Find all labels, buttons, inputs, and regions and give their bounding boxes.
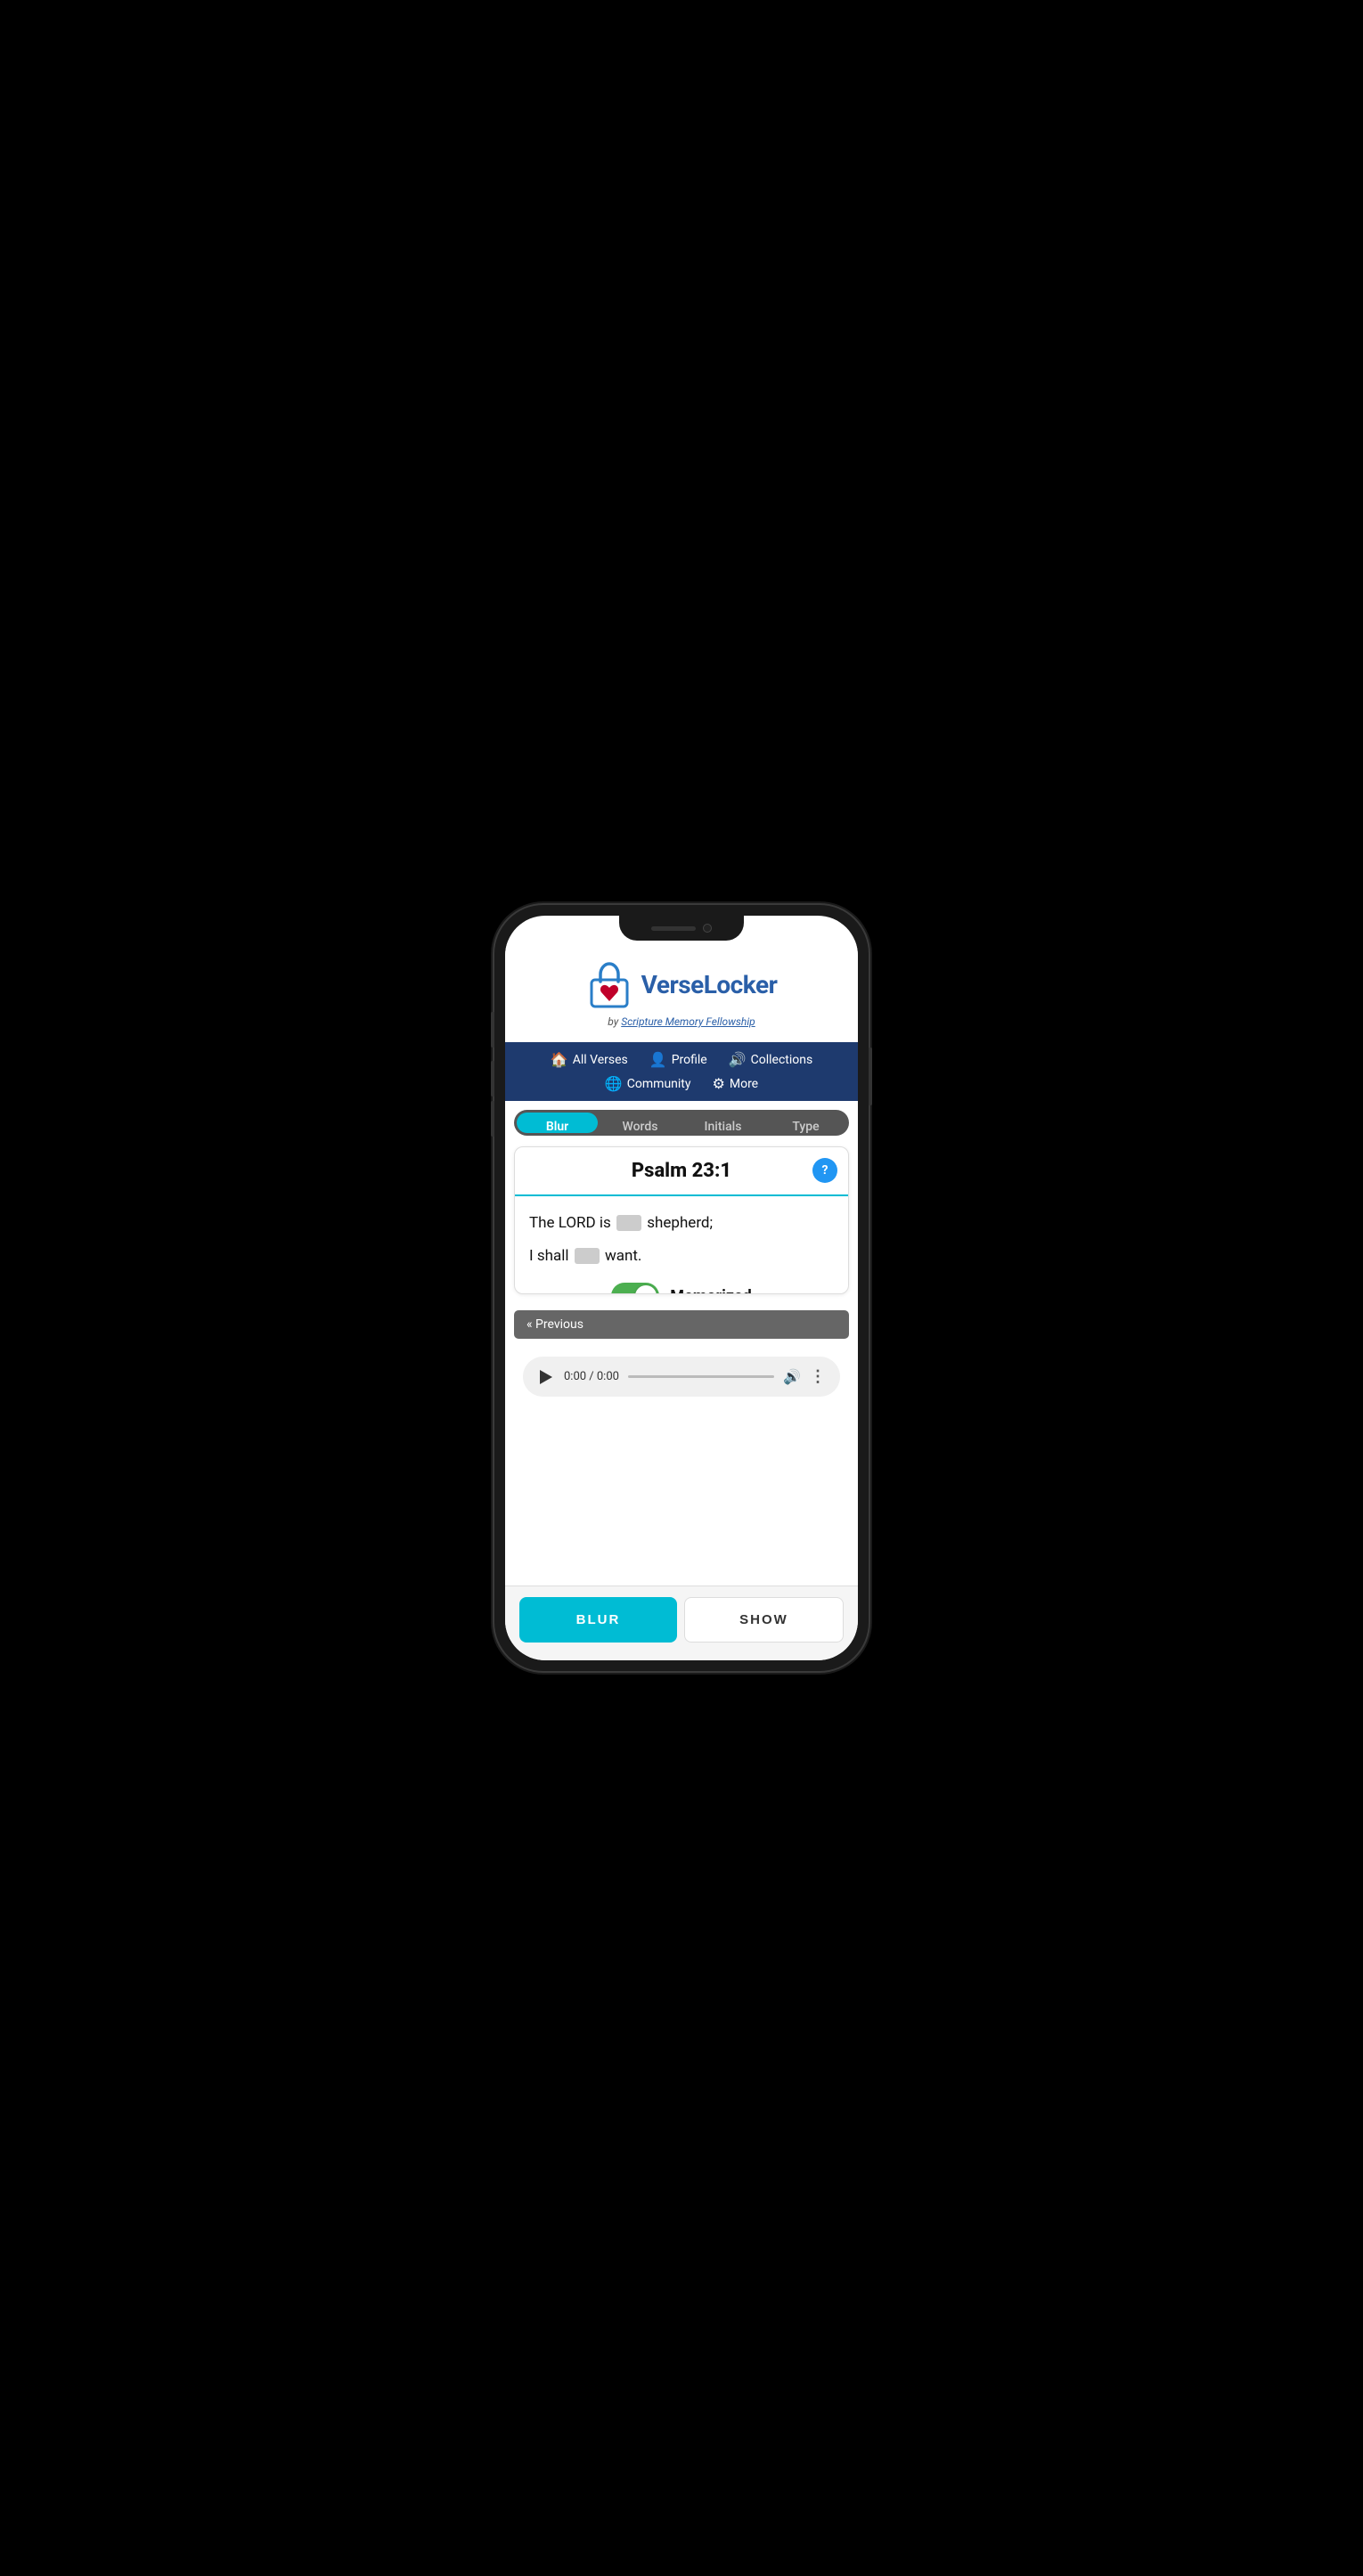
play-icon xyxy=(540,1370,552,1384)
app-subtitle: by Scripture Memory Fellowship xyxy=(608,1015,755,1028)
nav-item-all-verses[interactable]: 🏠 All Verses xyxy=(551,1051,628,1068)
tab-initials[interactable]: Initials xyxy=(682,1113,763,1133)
verse-text-after-2: want. xyxy=(605,1247,641,1265)
nav-bar: 🏠 All Verses 👤 Profile 🔊 Collections 🌐 xyxy=(505,1042,858,1101)
tab-words[interactable]: Words xyxy=(600,1113,681,1133)
nav-row-1: 🏠 All Verses 👤 Profile 🔊 Collections xyxy=(512,1051,851,1068)
progress-track[interactable] xyxy=(628,1375,774,1378)
nav-label-profile: Profile xyxy=(672,1053,707,1067)
content-spacer xyxy=(505,1407,858,1586)
bottom-bar: BLUR SHOW xyxy=(505,1586,858,1660)
memorized-toggle[interactable] xyxy=(611,1283,659,1294)
verse-text-before-1: The LORD is xyxy=(529,1214,611,1232)
verse-line-1: The LORD is shepherd; xyxy=(529,1211,834,1236)
nav-item-collections[interactable]: 🔊 Collections xyxy=(729,1051,813,1068)
play-button[interactable] xyxy=(537,1368,555,1386)
logo-area: VerseLocker xyxy=(586,958,778,1010)
memorized-row: Memorized xyxy=(529,1283,834,1294)
phone-frame: VerseLocker by Scripture Memory Fellowsh… xyxy=(494,905,869,1671)
previous-button[interactable]: « Previous xyxy=(514,1310,849,1339)
globe-icon: 🌐 xyxy=(605,1075,623,1092)
nav-label-more: More xyxy=(730,1077,758,1091)
screen-content: VerseLocker by Scripture Memory Fellowsh… xyxy=(505,916,858,1660)
blur-word-1 xyxy=(616,1215,641,1231)
verse-text-after-1: shepherd; xyxy=(647,1214,713,1232)
app-header: VerseLocker by Scripture Memory Fellowsh… xyxy=(505,941,858,1042)
memorized-label: Memorized xyxy=(670,1287,751,1294)
nav-item-community[interactable]: 🌐 Community xyxy=(605,1075,691,1092)
more-icon: ⚙ xyxy=(713,1075,725,1092)
verse-header: Psalm 23:1 ? xyxy=(515,1147,848,1196)
nav-row-2: 🌐 Community ⚙ More xyxy=(512,1075,851,1092)
volume-icon[interactable]: 🔊 xyxy=(783,1368,801,1385)
nav-label-collections: Collections xyxy=(751,1053,813,1067)
mode-tabs: Blur Words Initials Type xyxy=(514,1110,849,1136)
nav-label-all-verses: All Verses xyxy=(573,1053,628,1067)
nav-label-community: Community xyxy=(627,1077,691,1091)
verse-reference: Psalm 23:1 xyxy=(632,1160,731,1182)
phone-screen: VerseLocker by Scripture Memory Fellowsh… xyxy=(505,916,858,1660)
speaker-icon: 🔊 xyxy=(729,1051,747,1068)
options-icon[interactable]: ⋮ xyxy=(810,1367,826,1386)
person-icon: 👤 xyxy=(649,1051,667,1068)
app-title: VerseLocker xyxy=(641,970,778,999)
tab-type[interactable]: Type xyxy=(765,1113,846,1133)
blur-word-2 xyxy=(575,1248,600,1264)
blur-button[interactable]: BLUR xyxy=(519,1597,677,1643)
nav-item-more[interactable]: ⚙ More xyxy=(713,1075,759,1092)
audio-player: 0:00 / 0:00 🔊 ⋮ xyxy=(523,1357,840,1397)
subtitle-link[interactable]: Scripture Memory Fellowship xyxy=(621,1015,755,1028)
show-button[interactable]: SHOW xyxy=(684,1597,844,1643)
home-icon: 🏠 xyxy=(551,1051,568,1068)
verse-card: Psalm 23:1 ? The LORD is shepherd; I sha… xyxy=(514,1146,849,1294)
notch-camera xyxy=(703,924,712,933)
verse-text-before-2: I shall xyxy=(529,1247,569,1265)
verse-body: The LORD is shepherd; I shall want. Memo… xyxy=(515,1196,848,1294)
notch xyxy=(619,916,744,941)
verse-line-2: I shall want. xyxy=(529,1243,834,1269)
notch-speaker xyxy=(651,926,696,931)
help-button[interactable]: ? xyxy=(812,1158,837,1183)
tab-blur[interactable]: Blur xyxy=(517,1113,598,1133)
time-display: 0:00 / 0:00 xyxy=(564,1370,619,1383)
nav-item-profile[interactable]: 👤 Profile xyxy=(649,1051,707,1068)
lock-icon xyxy=(586,958,633,1010)
